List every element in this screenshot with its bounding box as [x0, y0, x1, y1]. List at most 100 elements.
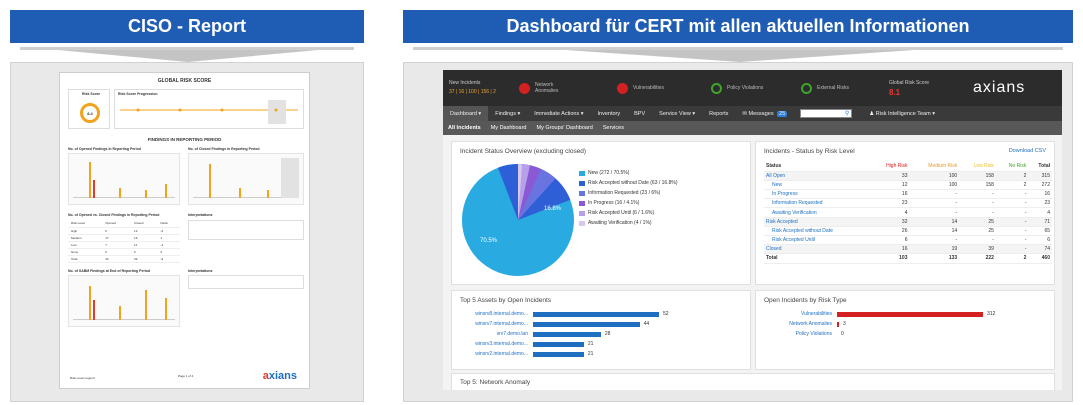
nav-inventory[interactable]: Inventory [591, 111, 628, 117]
bar-label[interactable]: srv7.demo.lan [460, 331, 528, 337]
tab-my-groups-dashboard[interactable]: My Groups' Dashboard [531, 125, 597, 131]
top-assets-card: Top 5 Assets by Open Incidents winsrv8.i… [451, 290, 751, 370]
legend-item[interactable]: Awaiting Verification (4 / 1%) [579, 220, 652, 226]
axians-logo: axians [262, 370, 297, 382]
bar-row[interactable]: winsrv7.internal.demo... 44 [460, 321, 649, 327]
nav-findings[interactable]: Findings ▾ [488, 111, 527, 117]
bar-row[interactable]: winsrv2.internal.demo... 21 [460, 351, 593, 357]
table-row: Total 103 133 222 2 460 [764, 253, 1052, 264]
bar-label[interactable]: winsrv7.internal.demo... [460, 321, 528, 327]
table-row: Medium 17 16 1 [68, 234, 180, 242]
vulnerabilities-label: Vulnerabilities [633, 85, 664, 91]
risk-progression-label: Risk Score Progression [118, 92, 158, 96]
risk-score-gauge: 8.4 [80, 103, 100, 123]
bar-row[interactable]: Policy Violations 0 [764, 331, 844, 337]
table-header: Medium Risk [909, 162, 960, 172]
table-row: None 0 0 0 [68, 248, 180, 256]
nav-risk-intelligence-team[interactable]: ♟ Risk Intelligence Team ▾ [862, 111, 942, 117]
search-input[interactable]: ⚲ [800, 109, 853, 118]
top-assets-title: Top 5 Assets by Open Incidents [460, 297, 552, 304]
risk-level-title: Incidents - Status by Risk Level [764, 148, 855, 155]
table-header: No Risk [995, 162, 1029, 172]
risk-score-label: Risk Score [82, 92, 101, 96]
risk-level-card: Incidents - Status by Risk Level Downloa… [755, 141, 1055, 285]
new-incidents-label: New Incidents [449, 80, 481, 86]
nav-dashboard[interactable]: Dashboard ▾ [443, 106, 489, 121]
tab-services[interactable]: Services [598, 125, 629, 131]
legend-item[interactable]: Risk Accepted Until (6 / 1.6%) [579, 210, 654, 216]
new-incidents-values[interactable]: 37 | 16 | 100 | 156 | 2 [449, 89, 496, 95]
tab-my-dashboard[interactable]: My Dashboard [486, 125, 532, 131]
bar-value: 21 [587, 341, 594, 347]
messages-badge: 25 [777, 110, 788, 117]
nav-service-view[interactable]: Service View ▾ [652, 111, 702, 117]
legend-item[interactable]: New (272 / 70.5%) [579, 170, 629, 176]
bar [837, 311, 983, 317]
table-row: Information Requested 23- - -23 [764, 198, 1052, 209]
bar-row[interactable]: winsrv3.internal.demo... 21 [460, 341, 593, 347]
global-risk-score-value: 8.1 [889, 88, 901, 97]
cert-dashboard-title: Dashboard für CERT mit allen aktuellen I… [403, 10, 1073, 43]
table-row: In Progress 16- - -16 [764, 189, 1052, 200]
bar-label[interactable]: Vulnerabilities [764, 311, 832, 317]
progression-point [136, 108, 140, 112]
opened-closed-table: Risk Level Opened Closed Delta High 6 12 -6… [68, 220, 180, 263]
tab-all-incidents[interactable]: All Incidents [443, 125, 486, 131]
table-row: Closed 16 19 39-74 [764, 244, 1052, 255]
dashboard-body: Incident Status Overview (excluding clos… [443, 135, 1062, 390]
legend-item[interactable]: Risk Accepted without Date (63 / 16.8%) [579, 180, 678, 186]
policy-violations-indicator[interactable] [711, 83, 722, 94]
chart-bar [267, 190, 269, 198]
table-header: Delta [157, 220, 180, 228]
bar-label[interactable]: winsrv2.internal.demo... [460, 351, 528, 357]
ciso-report-page: GLOBAL RISK SCORE Risk Score 8.4 Risk Sc… [59, 72, 310, 389]
bar-row[interactable]: Network Anomalies 3 [764, 321, 846, 327]
bar [533, 311, 659, 317]
interpretations-label: Interpretations [188, 213, 213, 217]
table-row: Risk Accepted 32 14 25-71 [764, 217, 1052, 227]
report-title: GLOBAL RISK SCORE [157, 78, 212, 84]
nav-messages[interactable]: ✉ Messages 25 [735, 110, 794, 117]
legend-item[interactable]: Information Requested (23 / 6%) [579, 190, 660, 196]
cert-dashboard: New Incidents 37 | 16 | 100 | 156 | 2 Ne… [443, 70, 1062, 390]
cert-dashboard-title-text: Dashboard für CERT mit allen aktuellen I… [506, 16, 970, 36]
table-row: All Open 33 100 158 2 315 [764, 171, 1052, 181]
bar-label[interactable]: Policy Violations [764, 331, 832, 337]
interpretations2-box [188, 275, 304, 289]
bar [837, 321, 839, 327]
chart-bar [239, 188, 241, 198]
download-csv-link[interactable]: Download CSV [1009, 148, 1046, 154]
table-row: Risk Accepted Until 6- - -6 [764, 235, 1052, 246]
nav-immediate-actions[interactable]: Immediate Actions ▾ [527, 111, 590, 117]
opened-findings-label: No. of Opened Findings in Reporting Peri… [68, 147, 141, 151]
progression-point [220, 108, 224, 112]
table-header: Low Risk [959, 162, 996, 172]
nav-reports[interactable]: Reports [702, 111, 735, 117]
vulnerabilities-indicator[interactable] [617, 83, 628, 94]
right-down-arrow [566, 50, 914, 62]
risk-level-legend: Risk Level Legend [70, 376, 95, 380]
network-anomalies-indicator[interactable] [519, 83, 530, 94]
ciso-report-title: CISO - Report [10, 10, 364, 43]
axians-logo: axians [973, 79, 1026, 96]
chart-bar [145, 190, 147, 198]
table-row: Total 30 39 -9 [68, 255, 180, 263]
bar-label[interactable]: winsrv3.internal.demo... [460, 341, 528, 347]
risk-progression-highlight [268, 100, 286, 124]
bar-value: 28 [604, 331, 611, 337]
table-header-row: Status High Risk Medium Risk Low Risk No… [764, 162, 1052, 172]
table-header: Opened [102, 220, 132, 228]
opened-closed-label: No. of Opened vs. Closed Findings in Rep… [68, 213, 160, 217]
external-risks-indicator[interactable] [801, 83, 812, 94]
bar-value: 44 [643, 321, 650, 327]
closed-findings-chart [188, 153, 304, 205]
bar-label[interactable]: Network Anomalies [764, 321, 832, 327]
nav-risk-intelligence-team-label: Risk Intelligence Team ▾ [875, 110, 935, 117]
legend-item[interactable]: In Progress (16 / 4.1%) [579, 200, 639, 206]
table-header: Risk Level [68, 220, 103, 228]
bar-row[interactable]: winsrv8.internal.demo... 52 [460, 311, 668, 317]
nav-bpv[interactable]: BPV [627, 111, 652, 117]
bar-label[interactable]: winsrv8.internal.demo... [460, 311, 528, 317]
bar-row[interactable]: srv7.demo.lan 28 [460, 331, 611, 337]
bar-row[interactable]: Vulnerabilities 312 [764, 311, 995, 317]
